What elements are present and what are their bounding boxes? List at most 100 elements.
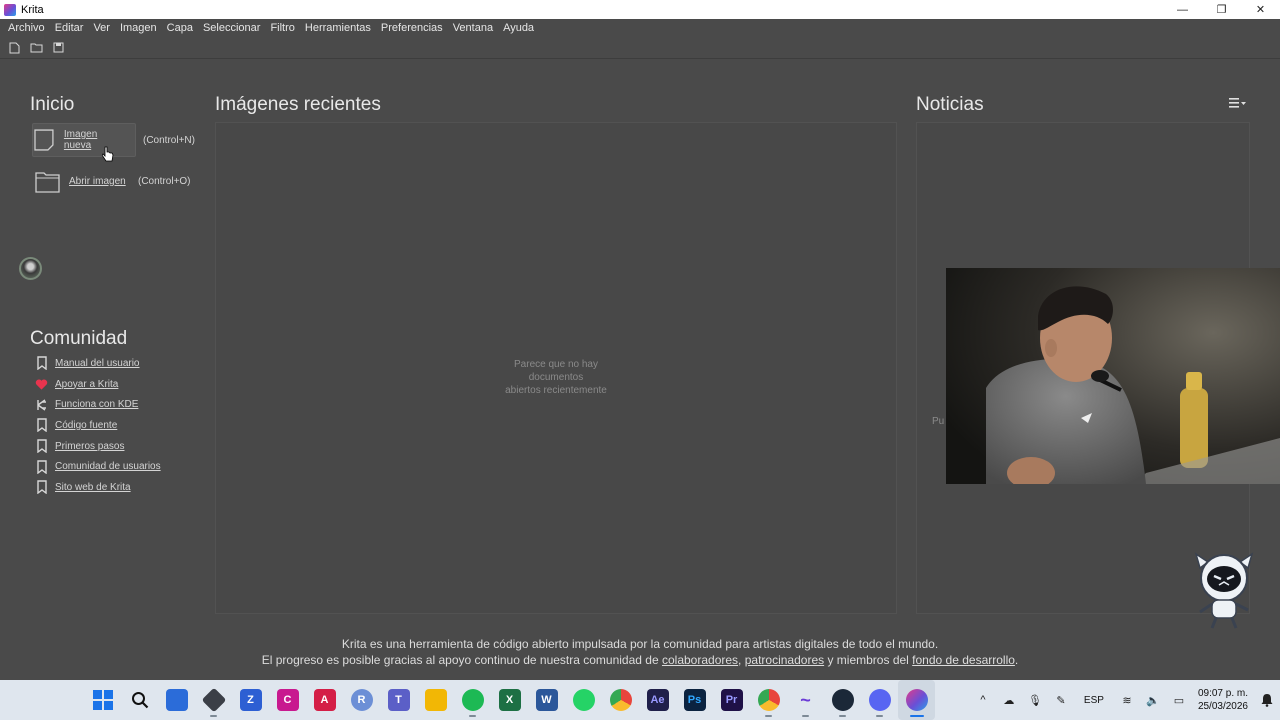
news-title: Noticias xyxy=(916,94,984,115)
footer-line2-prefix: El progreso es posible gracias al apoyo … xyxy=(261,653,659,667)
menu-imagen[interactable]: Imagen xyxy=(115,22,162,34)
window-controls: — ❐ ✕ xyxy=(1163,0,1280,19)
krita-icon xyxy=(905,689,928,711)
taskbar-app-3d[interactable] xyxy=(195,680,232,720)
new-image-link[interactable]: Imagen nueva xyxy=(64,129,127,151)
open-folder-icon xyxy=(30,43,43,53)
taskbar-app-teams[interactable]: T xyxy=(380,680,417,720)
taskbar-app-krita[interactable] xyxy=(898,680,935,720)
restore-icon: ❐ xyxy=(1216,4,1227,16)
taskbar-app-chrome-profile[interactable] xyxy=(750,680,787,720)
minimize-button[interactable]: — xyxy=(1163,0,1202,19)
new-document-icon xyxy=(9,42,20,53)
open-document-button[interactable] xyxy=(27,38,46,57)
taskbar-app-steam[interactable] xyxy=(824,680,861,720)
community-item-kde[interactable]: Funciona con KDE xyxy=(35,394,161,415)
open-image-action[interactable]: Abrir imagen (Control+O) xyxy=(35,164,191,198)
restore-button[interactable]: ❐ xyxy=(1202,0,1241,19)
taskbar-app-premiere[interactable]: Pr xyxy=(713,680,750,720)
taskbar-app-store[interactable] xyxy=(158,680,195,720)
footer-mid: y miembros del xyxy=(827,653,909,667)
krita-app-icon xyxy=(4,3,16,16)
new-image-action[interactable]: Imagen nueva (Control+N) xyxy=(32,123,195,157)
taskbar-app-spotify[interactable] xyxy=(454,680,491,720)
window-title: Krita xyxy=(21,3,44,16)
taskbar-app-a[interactable]: A xyxy=(306,680,343,720)
dev-fund-link[interactable]: fondo de desarrollo xyxy=(912,653,1015,667)
community-item-manual[interactable]: Manual del usuario xyxy=(35,353,161,374)
community-list: Manual del usuario Apoyar a Krita Funcio… xyxy=(35,353,161,498)
onedrive-icon[interactable]: ☁ xyxy=(996,680,1022,720)
recent-images-panel[interactable]: Parece que no hay documentos abiertos re… xyxy=(215,122,897,614)
menu-ventana[interactable]: Ventana xyxy=(448,22,498,34)
user-avatar[interactable] xyxy=(19,257,42,280)
news-partial-text: Pu xyxy=(932,416,945,427)
menu-herramientas[interactable]: Herramientas xyxy=(300,22,376,34)
menu-capa[interactable]: Capa xyxy=(162,22,198,34)
community-link-label[interactable]: Código fuente xyxy=(55,420,117,431)
taskbar-app-photoshop[interactable]: Ps xyxy=(676,680,713,720)
taskbar-app-r[interactable]: R xyxy=(343,680,380,720)
menu-ver[interactable]: Ver xyxy=(88,22,115,34)
wifi-icon[interactable]: ≋ xyxy=(1114,680,1140,720)
sponsors-link[interactable]: patrocinadores xyxy=(745,653,824,667)
bookmark-icon xyxy=(35,460,48,474)
recent-empty-line1: Parece que no hay documentos xyxy=(514,359,598,383)
taskbar-app-chrome[interactable] xyxy=(602,680,639,720)
menu-editar[interactable]: Editar xyxy=(50,22,89,34)
clock-date: 25/03/2026 xyxy=(1197,701,1248,712)
hamburger-menu-icon[interactable] xyxy=(1228,96,1248,110)
folder-icon xyxy=(35,171,60,193)
microphone-icon[interactable]: 🎙 xyxy=(1022,680,1048,720)
notifications-button[interactable] xyxy=(1254,680,1280,720)
community-link-label[interactable]: Comunidad de usuarios xyxy=(55,461,161,472)
bell-icon xyxy=(1261,694,1273,707)
taskbar-app-c[interactable]: C xyxy=(269,680,306,720)
close-button[interactable]: ✕ xyxy=(1241,0,1280,19)
community-link-label[interactable]: Funciona con KDE xyxy=(55,399,138,410)
chevron-up-icon[interactable]: ^ xyxy=(970,680,996,720)
taskbar-app-explorer[interactable] xyxy=(417,680,454,720)
new-document-icon xyxy=(34,129,54,151)
taskbar-app-discord[interactable] xyxy=(861,680,898,720)
menu-preferencias[interactable]: Preferencias xyxy=(376,22,448,34)
start-button[interactable] xyxy=(84,680,121,720)
battery-icon[interactable]: ▭ xyxy=(1166,680,1192,720)
clock[interactable]: 09:07 p. m. 25/03/2026 xyxy=(1192,687,1254,713)
menu-filtro[interactable]: Filtro xyxy=(265,22,299,34)
save-button[interactable] xyxy=(49,38,68,57)
recent-empty-line2: abiertos recientemente xyxy=(505,385,607,396)
community-item-support[interactable]: Apoyar a Krita xyxy=(35,374,161,395)
running-indicator xyxy=(839,715,846,717)
contributors-link[interactable]: colaboradores xyxy=(662,653,738,667)
menu-archivo[interactable]: Archivo xyxy=(3,22,50,34)
new-image-shortcut: (Control+N) xyxy=(143,134,195,146)
community-item-source[interactable]: Código fuente xyxy=(35,415,161,436)
taskbar-app-wave[interactable]: ~ xyxy=(787,680,824,720)
menu-bar: Archivo Editar Ver Imagen Capa Seleccion… xyxy=(0,19,1280,37)
taskbar-app-word[interactable]: W xyxy=(528,680,565,720)
taskbar-app-z[interactable]: Z xyxy=(232,680,269,720)
heart-icon xyxy=(35,377,48,391)
windows-taskbar: Z C A R T X W Ae Ps Pr ~ ^ ☁ 🎙 ✎ ESP ≋ 🔈… xyxy=(0,680,1280,720)
community-link-label[interactable]: Sito web de Krita xyxy=(55,482,131,493)
menu-ayuda[interactable]: Ayuda xyxy=(498,22,539,34)
menu-seleccionar[interactable]: Seleccionar xyxy=(198,22,265,34)
community-item-users[interactable]: Comunidad de usuarios xyxy=(35,456,161,477)
open-image-link[interactable]: Abrir imagen xyxy=(69,176,126,187)
community-link-label[interactable]: Primeros pasos xyxy=(55,441,124,452)
pen-icon[interactable]: ✎ xyxy=(1048,680,1074,720)
taskbar-app-after-effects[interactable]: Ae xyxy=(639,680,676,720)
community-item-website[interactable]: Sito web de Krita xyxy=(35,477,161,498)
search-button[interactable] xyxy=(121,680,158,720)
taskbar-app-excel[interactable]: X xyxy=(491,680,528,720)
language-indicator[interactable]: ESP xyxy=(1074,695,1114,706)
excel-icon: X xyxy=(498,689,521,711)
volume-icon[interactable]: 🔈 xyxy=(1140,680,1166,720)
new-document-button[interactable] xyxy=(5,38,24,57)
community-item-first-steps[interactable]: Primeros pasos xyxy=(35,436,161,457)
community-link-label[interactable]: Manual del usuario xyxy=(55,358,140,369)
taskbar-app-whatsapp[interactable] xyxy=(565,680,602,720)
community-link-label[interactable]: Apoyar a Krita xyxy=(55,379,118,390)
cube-icon xyxy=(201,687,226,713)
